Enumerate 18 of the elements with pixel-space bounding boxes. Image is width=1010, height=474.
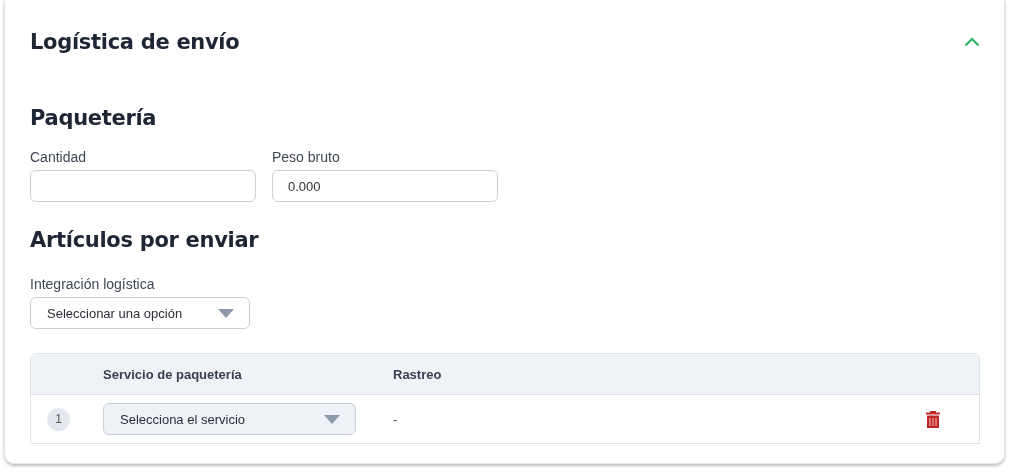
tracking-cell-text: - — [393, 411, 399, 427]
field-label: Integración logística — [30, 276, 156, 292]
column-header: Servicio de paquetería — [103, 366, 243, 382]
service-dropdown[interactable]: Selecciona el servicio — [103, 403, 356, 435]
integration-dropdown[interactable]: Seleccionar una opción — [30, 297, 250, 329]
input-field[interactable] — [30, 170, 256, 202]
dropdown-caret-icon — [324, 414, 340, 424]
row-number: 1 — [47, 407, 70, 431]
panel-title: Logística de envío — [30, 30, 240, 54]
delete-icon[interactable] — [925, 410, 941, 428]
section-heading: Artículos por enviar — [30, 228, 260, 252]
section-heading: Paquetería — [30, 106, 158, 130]
column-header: Rastreo — [393, 366, 443, 382]
field-label: Cantidad — [30, 149, 88, 165]
dropdown-caret-icon — [218, 308, 234, 318]
field-label: Peso bruto — [272, 149, 341, 165]
input-field[interactable]: 0.000 — [272, 170, 498, 202]
collapse-chevron-icon[interactable] — [964, 37, 980, 47]
